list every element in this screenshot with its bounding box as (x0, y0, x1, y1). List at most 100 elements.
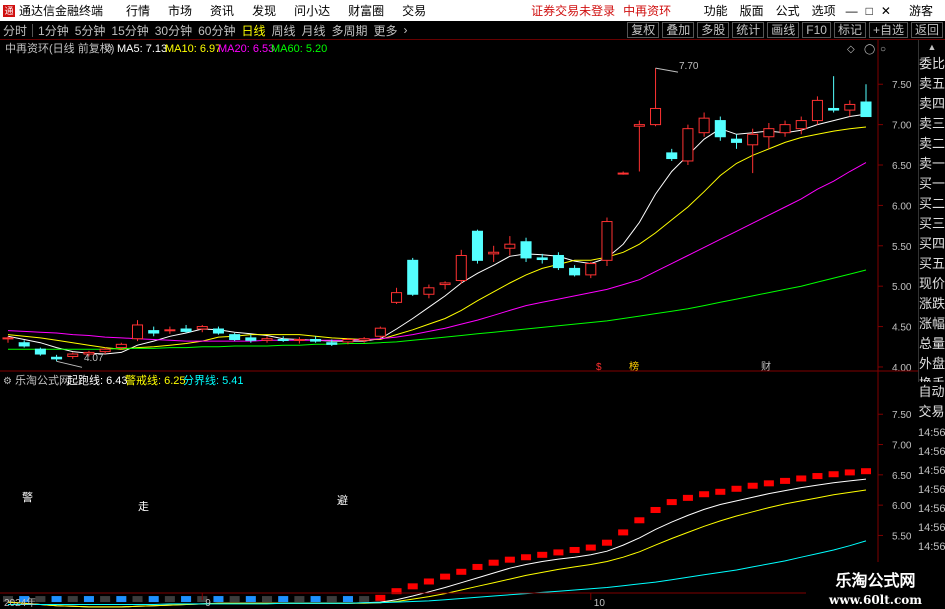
period-1min[interactable]: 1分钟 (35, 22, 72, 39)
signal-block (132, 596, 143, 603)
watermark: 乐淘公式网 www.60lt.com (806, 562, 945, 609)
menu-item-options[interactable]: 选项 (806, 2, 842, 19)
menu-item-market[interactable]: 行情 (117, 2, 159, 19)
period-more[interactable]: 更多 (371, 22, 401, 39)
account-label[interactable]: 游客 (903, 2, 939, 19)
side-tab-6[interactable]: 买一 (918, 174, 945, 194)
menu-bar: 通 通达信金融终端 行情 市场 资讯 发现 问小达 财富圈 交易 证券交易未登录… (0, 0, 945, 21)
menu-item-markets[interactable]: 市场 (159, 2, 201, 19)
signal-block (116, 596, 127, 603)
btn-overlay[interactable]: 叠加 (662, 22, 695, 38)
btn-f10[interactable]: F10 (802, 22, 831, 38)
ma60-label: MA60: 5.20 (271, 43, 327, 55)
candle-down (310, 338, 322, 342)
signal-block (618, 529, 629, 536)
candle-up (617, 172, 629, 175)
period-30min[interactable]: 30分钟 (152, 22, 195, 39)
btn-multi-stock[interactable]: 多股 (697, 22, 730, 38)
candle-down (148, 330, 160, 334)
menu-item-assistant[interactable]: 问小达 (285, 2, 339, 19)
minimize-icon[interactable]: — (842, 4, 862, 18)
signal-block (262, 596, 273, 603)
menu-item-discover[interactable]: 发现 (243, 2, 285, 19)
candle-down (326, 342, 338, 345)
side-tab-4[interactable]: 卖二 (918, 134, 945, 154)
side-tab-10[interactable]: 买五 (918, 254, 945, 274)
sub-panel-title: 乐淘公式网 (15, 374, 70, 387)
side-tab-12[interactable]: 涨跌 (918, 294, 945, 314)
gear-icon[interactable]: ⚙ (104, 44, 113, 55)
signal-block (634, 517, 645, 524)
signal-block (504, 556, 515, 563)
side-tab-0[interactable]: 委比 (918, 54, 945, 74)
side-tab-13[interactable]: 涨幅 (918, 314, 945, 334)
side-tab-auto[interactable]: 自动 (918, 382, 945, 402)
price-tick-label: 7.50 (892, 80, 912, 91)
price-tick-label: 6.50 (892, 161, 912, 172)
login-notice[interactable]: 证券交易未登录 (531, 2, 615, 19)
tick-time: 14:56 (918, 465, 945, 477)
side-tab-1[interactable]: 卖五 (918, 74, 945, 94)
side-tab-trade[interactable]: 交易 (918, 402, 945, 422)
side-tab-5[interactable]: 卖一 (918, 154, 945, 174)
candle-up (601, 221, 613, 261)
signal-block (763, 480, 774, 487)
panel-close-icon[interactable]: ◯ (864, 44, 875, 55)
period-multi[interactable]: 多周期 (329, 22, 371, 39)
btn-draw-line[interactable]: 画线 (767, 22, 800, 38)
signal-block (294, 596, 305, 603)
signal-block (553, 549, 564, 556)
candle-up (342, 338, 354, 343)
side-tab-8[interactable]: 买三 (918, 214, 945, 234)
btn-back[interactable]: 返回 (910, 22, 943, 38)
side-tab-3[interactable]: 卖三 (918, 114, 945, 134)
candle-up (488, 251, 500, 255)
side-tab-14[interactable]: 总量 (918, 334, 945, 354)
candle-up (779, 124, 791, 134)
app-title: 通达信金融终端 (19, 4, 104, 18)
menu-item-news[interactable]: 资讯 (201, 2, 243, 19)
period-weekly[interactable]: 周线 (268, 22, 298, 39)
tick-time: 14:56 (918, 484, 945, 496)
menu-item-layout[interactable]: 版面 (734, 2, 770, 19)
side-tab-7[interactable]: 买二 (918, 194, 945, 214)
signal-block (213, 596, 224, 603)
side-tab-11[interactable]: 现价 (918, 274, 945, 294)
menu-item-wealth[interactable]: 财富圈 (339, 2, 393, 19)
period-5min[interactable]: 5分钟 (72, 22, 109, 39)
period-daily[interactable]: 日线 (238, 22, 268, 39)
side-tab-2[interactable]: 卖四 (918, 94, 945, 114)
menu-item-formula[interactable]: 公式 (770, 2, 806, 19)
period-timeshare[interactable]: 分时 (0, 22, 30, 39)
period-15min[interactable]: 15分钟 (108, 22, 151, 39)
auto-trade-panel: 自动 交易 (918, 382, 945, 422)
period-monthly[interactable]: 月线 (299, 22, 329, 39)
btn-mark[interactable]: 标记 (833, 22, 866, 38)
btn-adjust[interactable]: 复权 (627, 22, 660, 38)
candle-up (682, 128, 694, 162)
menu-item-function[interactable]: 功能 (698, 2, 734, 19)
maximize-icon[interactable]: □ (862, 4, 877, 18)
signal-block (780, 477, 791, 484)
candle-up (115, 343, 127, 349)
sub-gear-icon[interactable]: ⚙ (3, 376, 12, 387)
period-60min[interactable]: 60分钟 (195, 22, 238, 39)
side-tab-15[interactable]: 外盘 (918, 354, 945, 374)
candle-up (423, 287, 435, 295)
kline-chart[interactable]: 中再资环(日线 前复权) ⚙ MA5: 7.13 MA10: 6.97 MA20… (0, 40, 918, 609)
signal-block (326, 596, 337, 603)
panel-expand-icon[interactable]: ○ (880, 44, 886, 55)
signal-block (569, 546, 580, 553)
menu-item-trade[interactable]: 交易 (393, 2, 435, 19)
signal-block (682, 494, 693, 501)
chevron-right-icon[interactable]: › (401, 23, 411, 37)
btn-statistics[interactable]: 统计 (732, 22, 765, 38)
close-icon[interactable]: ✕ (877, 4, 895, 18)
candle-down (828, 107, 840, 111)
candle-down (407, 259, 419, 295)
side-tab-9[interactable]: 买四 (918, 234, 945, 254)
signal-block (423, 578, 434, 585)
btn-add-favorite[interactable]: +自选 (868, 22, 908, 38)
diamond-icon[interactable]: ◇ (847, 44, 855, 55)
watermark-url: www.60lt.com (829, 593, 922, 607)
